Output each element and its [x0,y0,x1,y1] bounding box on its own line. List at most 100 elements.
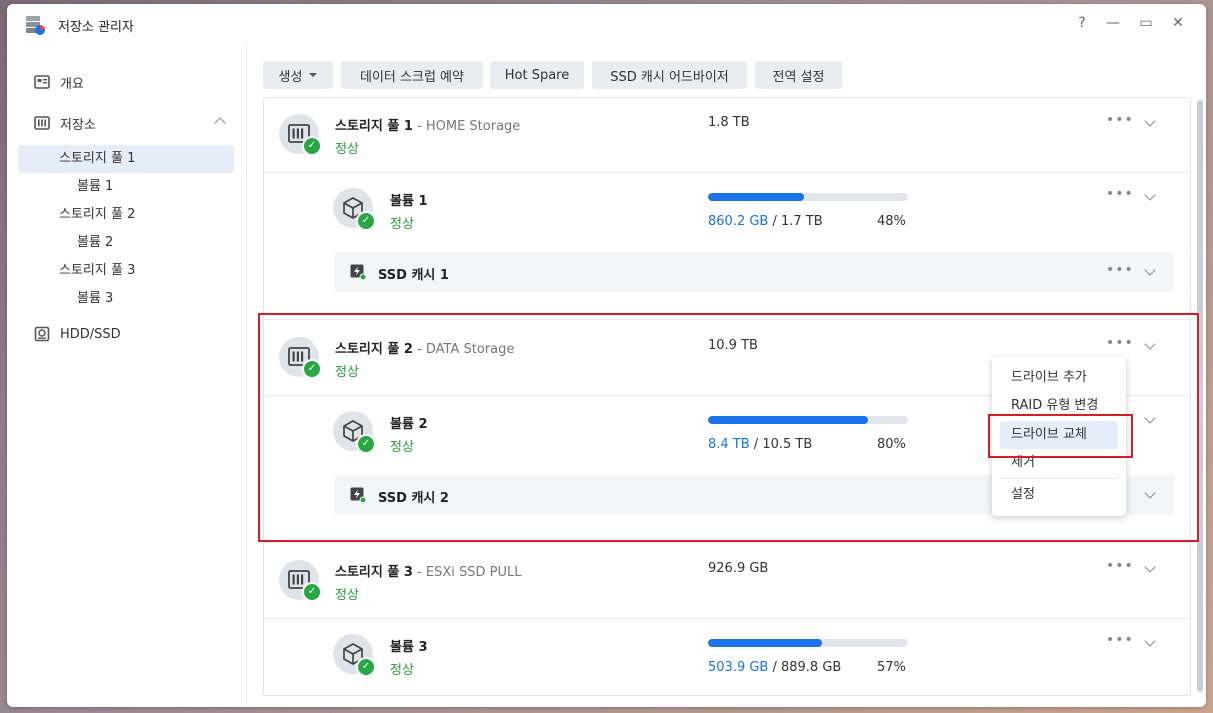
create-dropdown-button[interactable]: 생성 [263,61,333,89]
sidebar-overview-label: 개요 [60,76,84,92]
more-options-icon[interactable]: ••• [1106,186,1134,202]
expand-chevron-icon[interactable] [1144,635,1156,647]
vertical-scrollbar[interactable] [1197,100,1203,692]
minimize-button[interactable]: — [1104,14,1122,32]
menu-item-change-raid-type[interactable]: RAID 유형 변경 [1000,392,1118,420]
volume-name: 볼륨 2 [390,417,428,432]
sidebar-item-volume-2[interactable]: 볼륨 2 [18,229,234,257]
healthy-check-icon: ✓ [356,657,376,677]
window-title: 저장소 관리자 [58,20,134,35]
more-options-icon[interactable]: ••• [1106,632,1134,648]
volume-total: / 889.8 GB [768,660,842,675]
expand-chevron-icon[interactable] [1144,189,1156,201]
cache-name: SSD 캐시 2 [378,491,449,506]
title-bar: 저장소 관리자 ? — ▭ ✕ [7,4,1206,44]
volume-usage-text: 503.9 GB / 889.8 GB [708,660,841,675]
divider [264,618,1190,619]
sidebar-item-overview[interactable]: 개요 [18,66,234,98]
pool-description: - ESXi SSD PULL [412,565,522,580]
volume-percent: 57% [877,660,906,675]
ssd-cache-icon [350,264,366,280]
global-settings-button[interactable]: 전역 설정 [755,61,842,89]
divider [264,319,1190,320]
volume-used: 8.4 TB [708,437,750,452]
sidebar-item-pool-2[interactable]: 스토리지 풀 2 [18,201,234,229]
volume-usage-fill [708,193,804,201]
pool-status: 정상 [335,142,359,157]
pool-name: 스토리지 풀 1 [335,119,413,134]
maximize-button[interactable]: ▭ [1137,14,1155,32]
expand-chevron-icon[interactable] [1144,412,1156,424]
sidebar-item-hdd-ssd[interactable]: HDD/SSD [18,318,234,350]
ssd-cache-1-row[interactable]: SSD 캐시 1 ••• [334,252,1174,292]
divider [264,542,1190,543]
more-options-icon[interactable]: ••• [1106,558,1134,574]
menu-item-add-drive[interactable]: 드라이브 추가 [1000,364,1118,392]
healthy-check-icon: ✓ [356,211,376,231]
help-button[interactable]: ? [1073,14,1091,32]
healthy-check-icon: ✓ [302,136,322,156]
volume-total: / 10.5 TB [749,437,813,452]
healthy-check-icon: ✓ [302,359,322,379]
pool-name: 스토리지 풀 2 [335,342,413,357]
expand-chevron-icon[interactable] [1144,115,1156,127]
pool-title: 스토리지 풀 3 - ESXi SSD PULL [335,561,521,580]
sidebar-item-volume-3[interactable]: 볼륨 3 [18,285,234,313]
collapse-icon[interactable] [214,117,226,129]
volume-status: 정상 [390,217,414,232]
volume-usage-bar [708,639,908,647]
sidebar-item-pool-3[interactable]: 스토리지 풀 3 [18,257,234,285]
overview-icon [34,75,50,89]
volume-used: 860.2 GB [708,214,769,229]
healthy-check-icon: ✓ [302,582,322,602]
hdd-icon [34,326,50,342]
volume-usage-bar [708,416,908,424]
close-button[interactable]: ✕ [1169,14,1187,32]
pool-size: 10.9 TB [708,338,758,353]
pool-size: 926.9 GB [708,561,769,576]
pool-title: 스토리지 풀 1 - HOME Storage [335,115,520,134]
more-options-icon[interactable]: ••• [1106,112,1134,128]
storage-manager-window: 저장소 관리자 ? — ▭ ✕ 개요 저장소 스토리지 풀 1 볼륨 1 스토리… [7,4,1206,707]
pool-description: - HOME Storage [412,119,521,134]
scrub-schedule-button[interactable]: 데이터 스크럽 예약 [341,61,483,89]
sidebar: 개요 저장소 스토리지 풀 1 볼륨 1 스토리지 풀 2 볼륨 2 스토리지 … [7,44,247,707]
volume-usage-bar [708,193,908,201]
volume-percent: 80% [877,437,906,452]
pool-name: 스토리지 풀 3 [335,565,413,580]
ssd-cache-advisor-button[interactable]: SSD 캐시 어드바이저 [592,61,747,89]
sidebar-item-volume-1[interactable]: 볼륨 1 [18,173,234,201]
sidebar-item-pool-1[interactable]: 스토리지 풀 1 [18,145,234,173]
sidebar-item-storage[interactable]: 저장소 [18,107,234,139]
pool-title: 스토리지 풀 2 - DATA Storage [335,338,514,357]
expand-chevron-icon[interactable] [1144,338,1156,350]
create-label: 생성 [278,69,303,85]
storage-icon [34,116,50,130]
pool-size: 1.8 TB [708,115,750,130]
more-options-icon[interactable]: ••• [1106,262,1134,278]
expand-chevron-icon[interactable] [1144,264,1156,276]
cache-name: SSD 캐시 1 [378,268,449,283]
chevron-down-icon [309,73,318,77]
volume-usage-text: 860.2 GB / 1.7 TB [708,214,823,229]
context-menu: 드라이브 추가 RAID 유형 변경 드라이브 교체 제거 설정 [992,357,1126,516]
pool-description: - DATA Storage [412,342,515,357]
volume-name: 볼륨 3 [390,640,428,655]
volume-usage-text: 8.4 TB / 10.5 TB [708,437,812,452]
divider [264,172,1190,173]
menu-item-remove[interactable]: 제거 [1000,449,1118,477]
volume-usage-fill [708,639,822,647]
volume-total: / 1.7 TB [768,214,823,229]
healthy-check-icon: ✓ [356,434,376,454]
ssd-cache-icon [350,487,366,503]
menu-item-settings[interactable]: 설정 [1000,481,1118,509]
expand-chevron-icon[interactable] [1144,561,1156,573]
volume-usage-fill [708,416,868,424]
pool-status: 정상 [335,365,359,380]
hot-spare-button[interactable]: Hot Spare [490,61,584,89]
expand-chevron-icon[interactable] [1144,487,1156,499]
menu-divider [1000,478,1118,479]
menu-item-replace-drive[interactable]: 드라이브 교체 [1000,421,1118,449]
more-options-icon[interactable]: ••• [1106,335,1134,351]
volume-status: 정상 [390,663,414,678]
